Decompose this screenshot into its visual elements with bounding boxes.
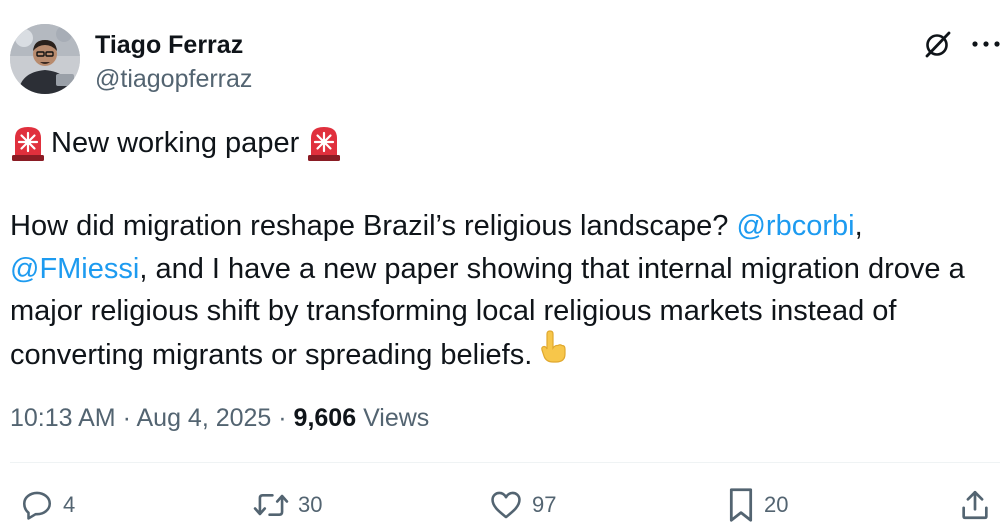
- views-label: Views: [363, 404, 430, 432]
- like-count: 97: [532, 492, 557, 517]
- mention-link[interactable]: @rbcorbi: [736, 210, 854, 242]
- share-button[interactable]: [958, 485, 992, 525]
- body-text-segment: major religious shift by transforming lo…: [10, 295, 897, 327]
- author-handle[interactable]: @tiagopferraz: [95, 64, 252, 94]
- police-light-icon: [10, 124, 46, 162]
- reply-count: 4: [63, 492, 76, 517]
- bookmark-button[interactable]: 20: [727, 485, 788, 525]
- body-text-segment: How did migration reshape Brazil’s relig…: [10, 210, 737, 242]
- body-line-4: converting migrants or spreading beliefs…: [10, 329, 1000, 377]
- body-text-segment: converting migrants or spreading beliefs…: [10, 338, 533, 371]
- views-count: 9,606: [293, 404, 357, 432]
- meta-separator: ·: [115, 404, 137, 432]
- headline-text: New working paper: [51, 126, 300, 159]
- repost-icon: [253, 488, 289, 522]
- tweet-body: How did migration reshape Brazil’s relig…: [10, 205, 1000, 375]
- body-line-2: @FMiessi, and I have a new paper showing…: [10, 248, 1000, 291]
- bookmark-icon: [727, 487, 755, 523]
- more-icon[interactable]: [966, 26, 1006, 62]
- bookmark-count: 20: [764, 492, 789, 517]
- grok-icon[interactable]: [920, 26, 956, 62]
- body-text-segment: , and I have a new paper showing that in…: [139, 252, 965, 285]
- tweet-meta: 10:13 AM · Aug 4, 2025 · 9,606 Views: [10, 400, 429, 436]
- divider: [10, 462, 1000, 463]
- repost-button[interactable]: 30: [253, 485, 322, 525]
- repost-count: 30: [298, 492, 323, 517]
- like-button[interactable]: 97: [489, 485, 556, 525]
- tweet-headline: New working paper: [10, 122, 342, 164]
- reply-icon: [20, 488, 54, 522]
- author-name[interactable]: Tiago Ferraz: [95, 30, 243, 60]
- share-icon: [958, 488, 992, 522]
- body-line-1: How did migration reshape Brazil’s relig…: [10, 205, 1000, 248]
- tweet-date[interactable]: Aug 4, 2025: [136, 404, 271, 432]
- tweet-time[interactable]: 10:13 AM: [10, 404, 116, 432]
- body-line-3: major religious shift by transforming lo…: [10, 290, 1000, 333]
- meta-separator: ·: [271, 404, 294, 432]
- heart-icon: [489, 488, 523, 522]
- mention-link[interactable]: @FMiessi: [10, 253, 139, 285]
- pointing-down-icon: [538, 329, 568, 377]
- avatar[interactable]: [10, 24, 80, 94]
- reply-button[interactable]: 4: [20, 485, 75, 525]
- police-light-icon: [306, 124, 342, 162]
- body-text-segment: ,: [854, 210, 863, 242]
